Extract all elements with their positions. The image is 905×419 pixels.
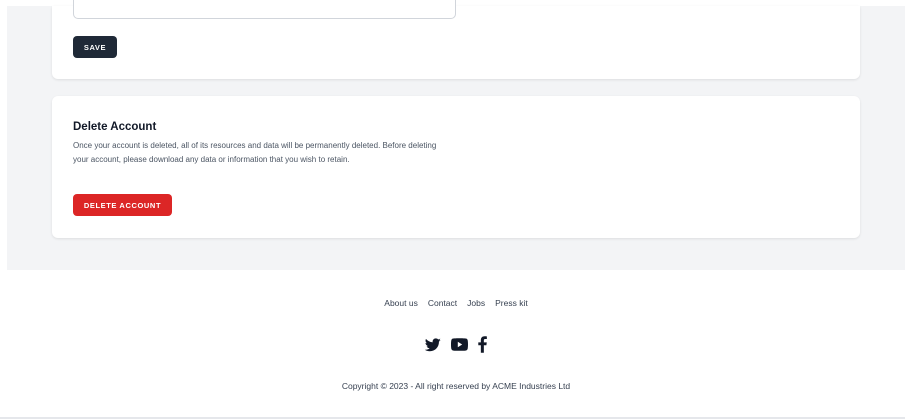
footer-link-jobs[interactable]: Jobs xyxy=(467,298,485,308)
delete-account-button[interactable]: DELETE ACCOUNT xyxy=(73,194,172,216)
footer-link-about[interactable]: About us xyxy=(384,298,418,308)
page: SAVE Delete Account Once your account is… xyxy=(0,0,905,419)
footer-link-press-kit[interactable]: Press kit xyxy=(495,298,528,308)
profile-card: SAVE xyxy=(52,0,860,79)
copyright-text: Copyright © 2023 - All right reserved by… xyxy=(341,381,571,391)
footer-link-contact[interactable]: Contact xyxy=(428,298,457,308)
facebook-icon[interactable] xyxy=(478,336,487,353)
profile-text-input[interactable] xyxy=(73,0,456,19)
youtube-icon[interactable] xyxy=(451,338,468,351)
delete-account-description: Once your account is deleted, all of its… xyxy=(73,141,437,164)
twitter-icon[interactable] xyxy=(425,337,441,352)
delete-account-title: Delete Account xyxy=(73,121,157,133)
save-button[interactable]: SAVE xyxy=(73,36,117,58)
footer-nav: About us Contact Jobs Press kit xyxy=(0,298,905,308)
social-links xyxy=(0,336,905,353)
delete-account-card: Delete Account Once your account is dele… xyxy=(52,96,860,238)
